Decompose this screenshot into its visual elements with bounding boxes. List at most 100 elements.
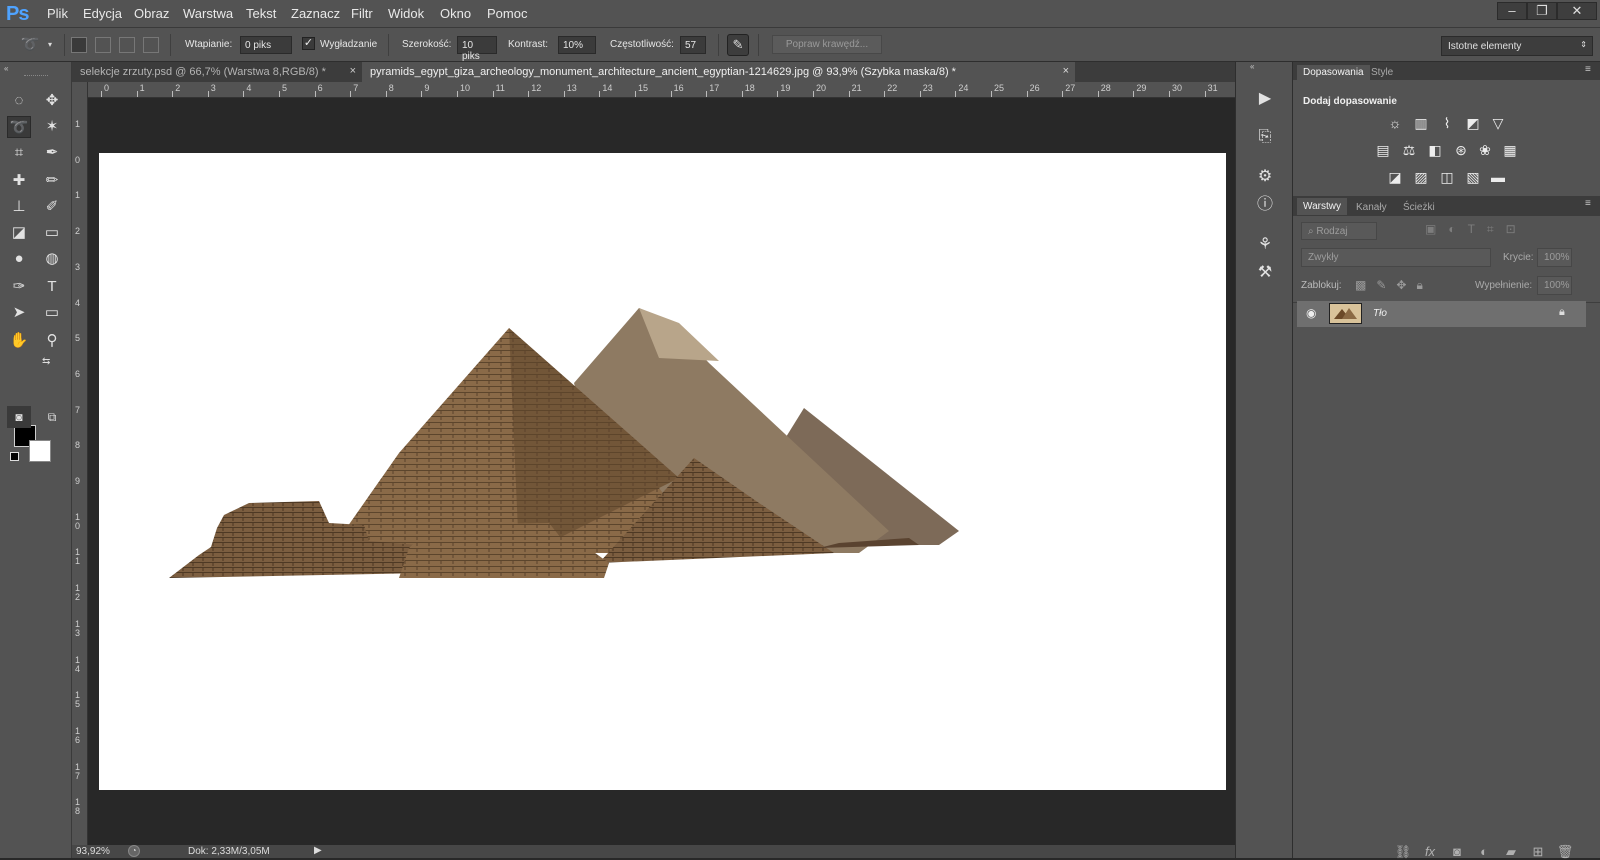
panel-menu-icon[interactable]: ≡ <box>1585 64 1591 75</box>
marquee-icon[interactable]: ◌ <box>7 90 31 112</box>
subtract-selection-icon[interactable] <box>119 37 135 53</box>
eyedropper-icon[interactable]: ✒ <box>40 142 64 164</box>
menu-window[interactable]: Okno <box>440 6 471 21</box>
shape-icon[interactable]: ▭ <box>40 302 64 324</box>
default-colors-icon[interactable] <box>10 452 19 461</box>
refine-edge-button[interactable]: Popraw krawędź... <box>772 35 882 54</box>
menu-view[interactable]: Widok <box>388 6 424 21</box>
tab-paths[interactable]: Ścieżki <box>1403 202 1435 213</box>
contrast-input[interactable]: 10% <box>558 36 596 54</box>
channel-mixer-icon[interactable]: ❀ <box>1476 142 1494 158</box>
polygonal-lasso-icon[interactable]: ➰ <box>18 34 42 56</box>
collapse-icon[interactable]: « <box>4 64 8 73</box>
opacity-input[interactable]: 100% <box>1537 248 1572 267</box>
intersect-selection-icon[interactable] <box>143 37 159 53</box>
quick-mask-icon[interactable]: ◙ <box>7 406 31 428</box>
tab-channels[interactable]: Kanały <box>1356 202 1387 213</box>
levels-icon[interactable]: ▥ <box>1412 115 1430 131</box>
eraser-icon[interactable]: ◪ <box>7 222 31 244</box>
menu-file[interactable]: Plik <box>47 6 68 21</box>
menu-layer[interactable]: Warstwa <box>183 6 233 21</box>
gradient-map-icon[interactable]: ▧ <box>1464 169 1482 185</box>
adjustment-layer-icon[interactable]: ◐ <box>1475 844 1493 859</box>
menu-edit[interactable]: Edycja <box>83 6 122 21</box>
layer-row[interactable]: ◉ Tło 🔒︎ <box>1297 301 1586 327</box>
status-menu-arrow[interactable]: ▶ <box>314 845 322 856</box>
color-balance-icon[interactable]: ⚖ <box>1400 142 1418 158</box>
close-icon[interactable]: × <box>1063 65 1069 77</box>
visibility-eye-icon[interactable]: ◉ <box>1306 306 1316 320</box>
menu-image[interactable]: Obraz <box>134 6 169 21</box>
blur-icon[interactable]: ● <box>7 248 31 270</box>
photo-filter-icon[interactable]: ⊛ <box>1452 142 1470 158</box>
tab-pyramids[interactable]: pyramids_egypt_giza_archeology_monument_… <box>362 62 1075 82</box>
dodge-icon[interactable]: ◍ <box>40 248 64 270</box>
actions-icon[interactable]: ▶ <box>1252 88 1278 110</box>
add-selection-icon[interactable] <box>95 37 111 53</box>
path-select-icon[interactable]: ➤ <box>7 302 31 324</box>
brightness-icon[interactable]: ☼ <box>1386 115 1404 131</box>
properties-icon[interactable]: ⚙ <box>1252 166 1278 188</box>
vibrance-icon[interactable]: ▽ <box>1489 115 1507 131</box>
workspace-select[interactable]: Istotne elementy ⇕ <box>1441 36 1593 56</box>
hue-saturation-icon[interactable]: ▤ <box>1374 142 1392 158</box>
exposure-icon[interactable]: ◩ <box>1464 115 1482 131</box>
selective-color-icon[interactable]: ▬ <box>1489 169 1507 185</box>
healing-icon[interactable]: ✚ <box>7 170 31 192</box>
minimize-button[interactable]: – <box>1497 2 1527 20</box>
zoom-icon[interactable]: ⚲ <box>40 330 64 352</box>
close-icon[interactable]: × <box>350 65 356 77</box>
posterize-icon[interactable]: ▨ <box>1412 169 1430 185</box>
fill-input[interactable]: 100% <box>1537 276 1572 295</box>
restore-button[interactable]: ❐ <box>1527 2 1557 20</box>
canvas-area[interactable] <box>88 98 1235 845</box>
new-selection-icon[interactable] <box>71 37 87 53</box>
tab-styles[interactable]: Style <box>1371 67 1393 78</box>
lock-icons[interactable]: ▩✎✥🔒︎ <box>1355 278 1433 293</box>
blend-mode-select[interactable]: Zwykły <box>1301 248 1491 267</box>
history-icon[interactable]: ⎘ <box>1252 126 1278 148</box>
brush-presets-icon[interactable]: ⚘ <box>1252 234 1278 256</box>
threshold-icon[interactable]: ◫ <box>1438 169 1456 185</box>
tab-adjustments[interactable]: Dopasowania <box>1297 65 1370 80</box>
hand-icon[interactable]: ✋ <box>7 330 31 352</box>
menu-help[interactable]: Pomoc <box>487 6 527 21</box>
gradient-icon[interactable]: ▭ <box>40 222 64 244</box>
background-color-swatch[interactable] <box>29 440 51 462</box>
tool-presets-icon[interactable]: ⚒ <box>1252 262 1278 284</box>
frequency-input[interactable]: 57 <box>680 36 706 54</box>
swap-colors-icon[interactable]: ⇆ <box>42 356 50 367</box>
menu-select[interactable]: Zaznacz <box>291 6 340 21</box>
status-icon[interactable]: ◔ <box>128 845 140 857</box>
close-button[interactable]: ✕ <box>1557 2 1597 20</box>
magic-wand-icon[interactable]: ✶ <box>40 116 64 138</box>
brush-icon[interactable]: ✏ <box>40 170 64 192</box>
move-icon[interactable]: ✥ <box>40 90 64 112</box>
layer-filter-select[interactable]: ⌕ Rodzaj <box>1301 222 1377 240</box>
crop-icon[interactable]: ⌗ <box>7 142 31 164</box>
invert-icon[interactable]: ◪ <box>1386 169 1404 185</box>
type-icon[interactable]: T <box>40 276 64 298</box>
tool-preset-dropdown[interactable]: ▾ <box>48 40 52 49</box>
collapse-icon[interactable]: « <box>1250 62 1254 71</box>
color-lookup-icon[interactable]: ▦ <box>1501 142 1519 158</box>
pen-icon[interactable]: ✑ <box>7 276 31 298</box>
add-mask-icon[interactable]: ◙ <box>1448 844 1466 859</box>
layer-filter-icons[interactable]: ▣◐T⌗⊡ <box>1425 222 1528 237</box>
zoom-level[interactable]: 93,92% <box>76 846 110 857</box>
lasso-icon[interactable]: ➰ <box>7 116 31 138</box>
document-canvas[interactable] <box>99 153 1226 790</box>
fx-icon[interactable]: fx <box>1421 844 1439 859</box>
tablet-pressure-icon[interactable]: ✎ <box>727 34 749 56</box>
width-input[interactable]: 10 piks <box>457 36 497 62</box>
curves-icon[interactable]: ⌇ <box>1438 115 1456 131</box>
menu-filter[interactable]: Filtr <box>351 6 373 21</box>
feather-input[interactable]: 0 piks <box>240 36 292 54</box>
black-white-icon[interactable]: ◧ <box>1426 142 1444 158</box>
tab-layers[interactable]: Warstwy <box>1297 198 1347 215</box>
tab-selekcje[interactable]: selekcje zrzuty.psd @ 66,7% (Warstwa 8,R… <box>72 62 362 82</box>
menu-type[interactable]: Tekst <box>246 6 276 21</box>
layer-name[interactable]: Tło <box>1373 308 1387 319</box>
info-icon[interactable]: ⓘ <box>1252 194 1278 216</box>
panel-menu-icon[interactable]: ≡ <box>1585 198 1591 209</box>
